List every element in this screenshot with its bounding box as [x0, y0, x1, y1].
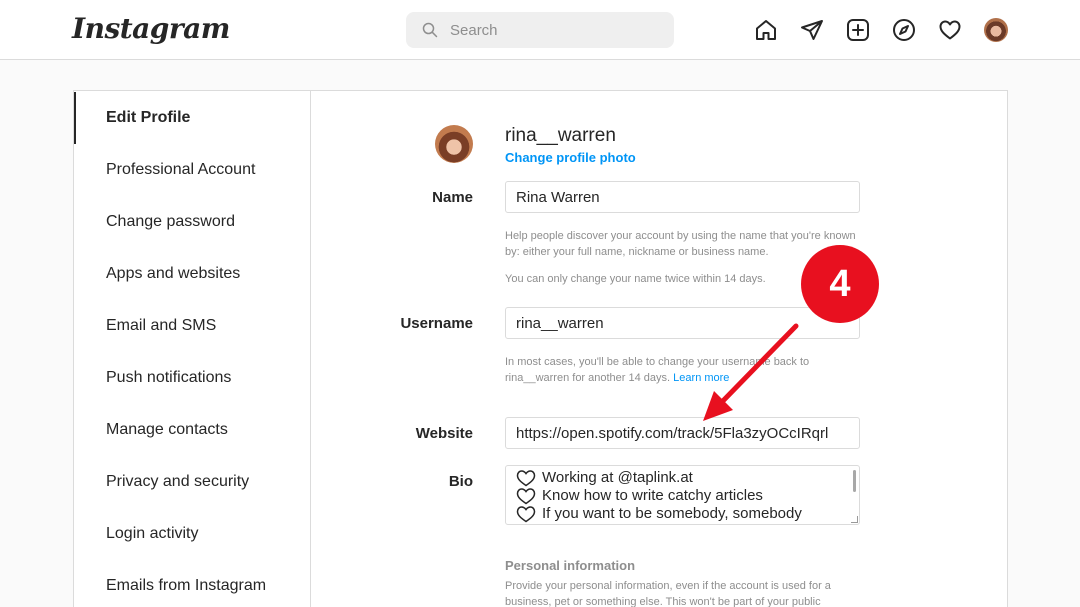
- bio-line: Know how to write catchy articles: [516, 487, 849, 505]
- username-field[interactable]: rina__warren: [505, 307, 860, 339]
- new-post-icon[interactable]: [846, 18, 870, 42]
- heart-outline-icon: [516, 470, 536, 487]
- bio-resize-handle[interactable]: [851, 516, 858, 523]
- sidebar-item-privacy-and-security[interactable]: Privacy and security: [74, 456, 310, 508]
- personal-information-help: Provide your personal information, even …: [505, 580, 831, 607]
- settings-card: Edit Profile Professional Account Change…: [73, 90, 1008, 607]
- website-field[interactable]: https://open.spotify.com/track/5Fla3zyOC…: [505, 417, 860, 449]
- sidebar-item-edit-profile[interactable]: Edit Profile: [74, 92, 310, 144]
- sidebar-item-email-and-sms[interactable]: Email and SMS: [74, 300, 310, 352]
- search-icon: [422, 22, 438, 38]
- name-field[interactable]: Rina Warren: [505, 181, 860, 213]
- sidebar-item-push-notifications[interactable]: Push notifications: [74, 352, 310, 404]
- heart-outline-icon: [516, 488, 536, 505]
- sidebar-item-login-activity[interactable]: Login activity: [74, 508, 310, 560]
- sidebar-item-emails-from-instagram[interactable]: Emails from Instagram: [74, 560, 310, 607]
- bio-line: Working at @taplink.at: [516, 469, 849, 487]
- explore-compass-icon[interactable]: [892, 18, 916, 42]
- username-help-text: In most cases, you'll be able to change …: [505, 354, 850, 386]
- bio-textarea[interactable]: Working at @taplink.at Know how to write…: [505, 465, 860, 525]
- sidebar-item-change-password[interactable]: Change password: [74, 196, 310, 248]
- bio-line-text: Know how to write catchy articles: [542, 487, 763, 504]
- home-icon[interactable]: [754, 18, 778, 42]
- step-number-badge: 4: [801, 245, 879, 323]
- bio-line-text: If you want to be somebody, somebody: [542, 505, 802, 522]
- bio-scrollbar[interactable]: [853, 470, 856, 492]
- profile-username: rina__warren: [505, 125, 616, 146]
- learn-more-link[interactable]: Learn more: [673, 372, 729, 384]
- paper-plane-icon[interactable]: [800, 18, 824, 42]
- sidebar-item-manage-contacts[interactable]: Manage contacts: [74, 404, 310, 456]
- search-input[interactable]: Search: [450, 22, 498, 39]
- instagram-logo[interactable]: Instagram: [72, 12, 230, 45]
- website-label: Website: [415, 425, 473, 442]
- name-label: Name: [432, 189, 473, 206]
- edit-profile-form: rina__warren Change profile photo Name R…: [311, 91, 1007, 607]
- search-box[interactable]: Search: [406, 12, 674, 48]
- heart-icon[interactable]: [938, 18, 962, 42]
- bio-line: If you want to be somebody, somebody: [516, 505, 849, 523]
- settings-sidebar: Edit Profile Professional Account Change…: [74, 91, 311, 607]
- bio-line-text: Working at @taplink.at: [542, 469, 693, 486]
- bio-label: Bio: [448, 473, 473, 490]
- username-label: Username: [400, 315, 473, 332]
- change-profile-photo-link[interactable]: Change profile photo: [505, 150, 636, 165]
- top-navigation-bar: Instagram Search: [0, 0, 1080, 60]
- sidebar-item-professional-account[interactable]: Professional Account: [74, 144, 310, 196]
- profile-avatar-button[interactable]: [984, 18, 1008, 42]
- sidebar-item-apps-and-websites[interactable]: Apps and websites: [74, 248, 310, 300]
- profile-photo[interactable]: [435, 125, 473, 163]
- personal-information-title: Personal information: [505, 558, 636, 573]
- username-help-body: In most cases, you'll be able to change …: [505, 356, 810, 384]
- heart-outline-icon: [516, 506, 536, 523]
